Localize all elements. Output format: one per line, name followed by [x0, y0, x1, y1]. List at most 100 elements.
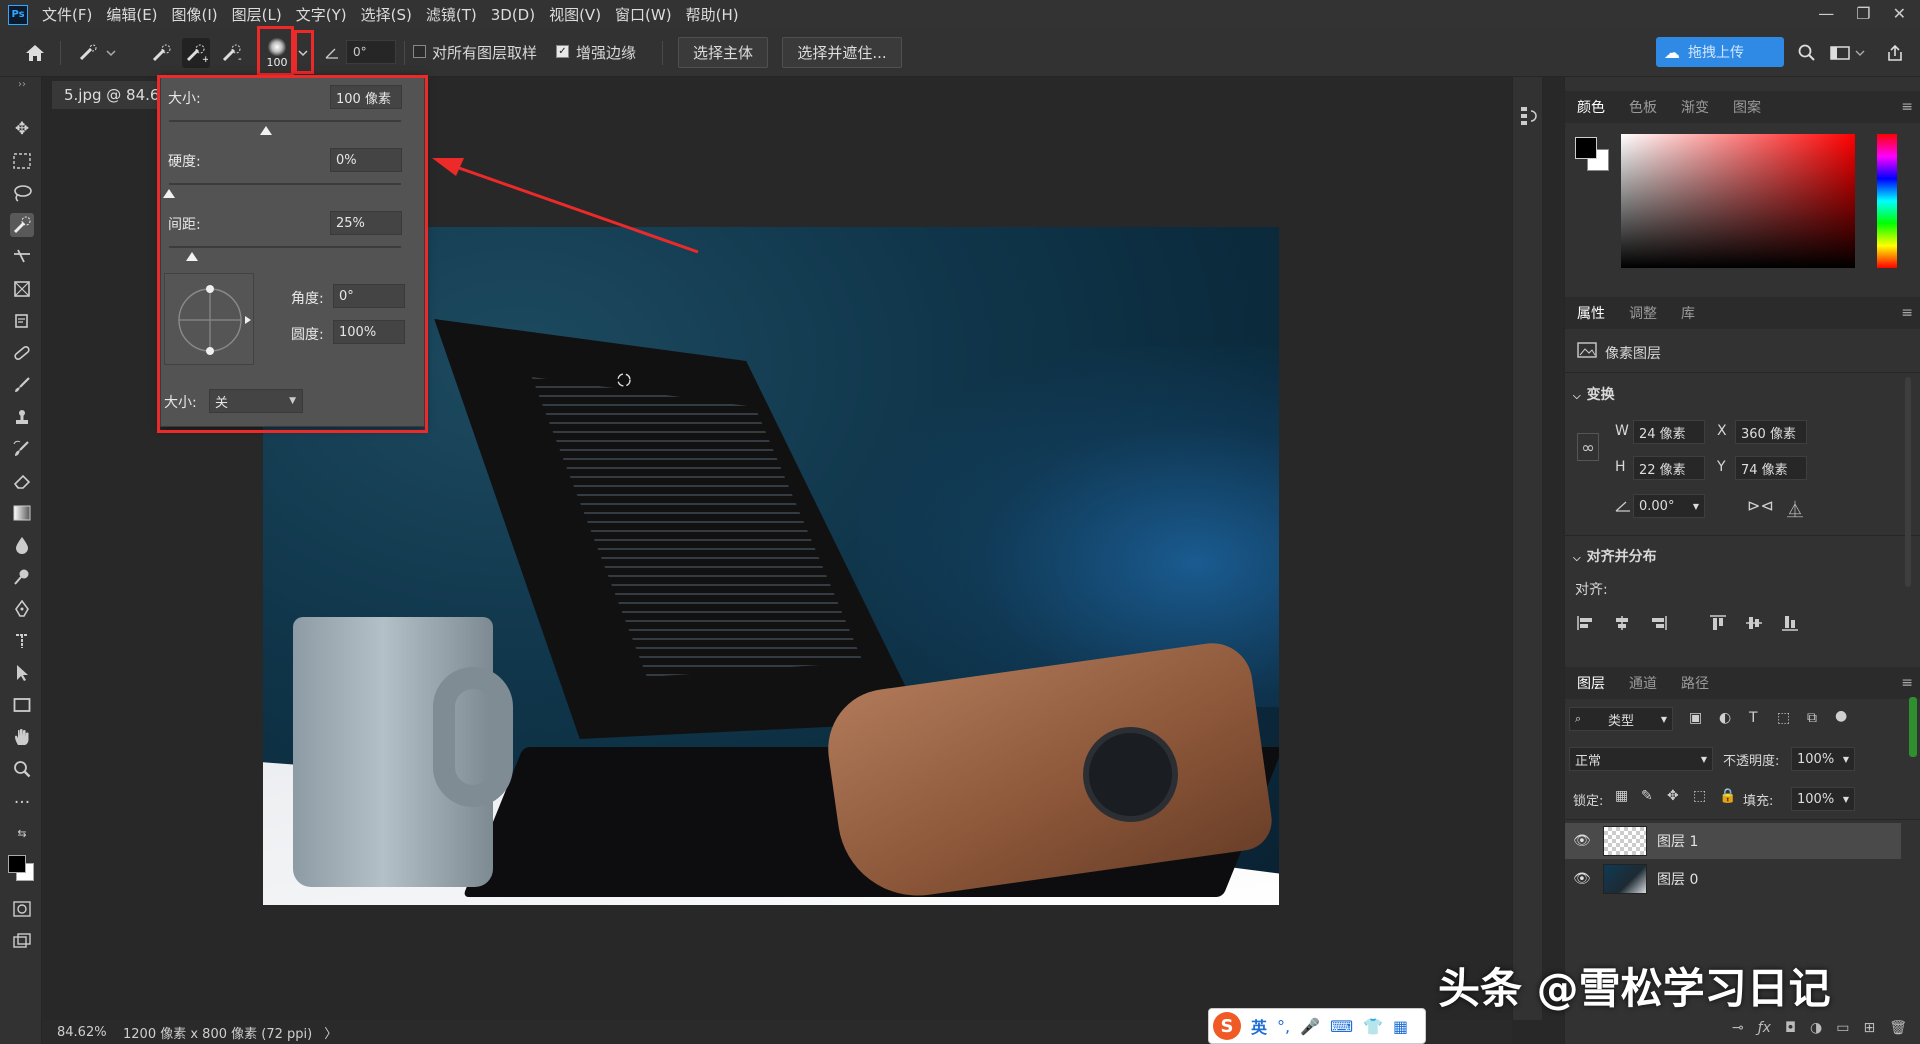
collapse-icon[interactable]: ››: [10, 79, 34, 90]
search-icon[interactable]: [1794, 38, 1820, 68]
opacity-input[interactable]: 100% ▼: [1791, 747, 1855, 771]
align-top-icon[interactable]: [1709, 615, 1727, 635]
history-brush-tool-icon[interactable]: [10, 437, 34, 461]
layer-row[interactable]: 👁 图层 1: [1565, 823, 1901, 859]
flip-horizontal-icon[interactable]: ⊳⊲: [1747, 496, 1774, 515]
home-icon[interactable]: [20, 38, 50, 68]
color-panel-swatches[interactable]: [1575, 137, 1611, 173]
menu-filter[interactable]: 滤镜(T): [426, 4, 477, 25]
tab-adjustments[interactable]: 调整: [1617, 303, 1669, 323]
layer-row[interactable]: 👁 图层 0: [1565, 861, 1901, 897]
status-menu-arrow[interactable]: 〉: [324, 1023, 337, 1042]
hand-tool-icon[interactable]: [10, 725, 34, 749]
panel-menu-icon[interactable]: ≡: [1901, 675, 1913, 691]
healing-brush-tool-icon[interactable]: [10, 341, 34, 365]
menu-type[interactable]: 文字(Y): [296, 4, 347, 25]
layer-style-icon[interactable]: ƒx: [1758, 1020, 1771, 1036]
minimize-button[interactable]: —: [1818, 4, 1834, 23]
toolbox-icon[interactable]: ▦: [1393, 1017, 1408, 1036]
x-input[interactable]: 360 像素: [1735, 420, 1807, 444]
workspace-icon[interactable]: [1828, 38, 1868, 68]
color-swatches[interactable]: [8, 855, 36, 883]
color-field[interactable]: [1621, 134, 1855, 268]
pen-tool-icon[interactable]: [10, 597, 34, 621]
menu-window[interactable]: 窗口(W): [615, 4, 672, 25]
clone-stamp-tool-icon[interactable]: [10, 405, 34, 429]
height-input[interactable]: 22 像素: [1633, 456, 1705, 480]
upload-button[interactable]: ☁ 拖拽上传: [1656, 37, 1784, 67]
brush-tool-icon[interactable]: [10, 373, 34, 397]
lasso-tool-icon[interactable]: [10, 181, 34, 205]
move-tool-icon[interactable]: ✥: [10, 117, 34, 141]
link-dimensions-icon[interactable]: ∞: [1577, 433, 1599, 461]
zoom-level[interactable]: 84.62%: [57, 1025, 109, 1040]
menu-3d[interactable]: 3D(D): [491, 6, 535, 24]
more-tools-icon[interactable]: ···: [10, 791, 34, 815]
eye-icon[interactable]: 👁: [1573, 833, 1593, 849]
menu-image[interactable]: 图像(I): [172, 4, 218, 25]
menu-edit[interactable]: 编辑(E): [106, 4, 157, 25]
lock-transparent-icon[interactable]: ▦: [1615, 788, 1628, 804]
panel-menu-icon[interactable]: ≡: [1901, 99, 1913, 115]
filter-type-icon[interactable]: T: [1749, 710, 1758, 726]
crop-tool-icon[interactable]: [10, 245, 34, 269]
align-left-icon[interactable]: [1577, 615, 1595, 635]
add-to-selection-icon[interactable]: +: [182, 38, 210, 68]
panel-menu-icon[interactable]: ≡: [1901, 305, 1913, 321]
restore-button[interactable]: ❐: [1856, 4, 1870, 23]
menu-file[interactable]: 文件(F): [42, 4, 92, 25]
type-tool-icon[interactable]: [10, 629, 34, 653]
frame-tool-icon[interactable]: [10, 277, 34, 301]
zoom-tool-icon[interactable]: [10, 757, 34, 781]
flip-vertical-icon[interactable]: ⏅: [1787, 496, 1803, 520]
tab-properties[interactable]: 属性: [1565, 303, 1617, 323]
filter-switch[interactable]: [1909, 697, 1917, 757]
filter-adjustment-icon[interactable]: ◐: [1719, 710, 1731, 726]
sample-all-layers-checkbox[interactable]: [413, 45, 426, 58]
tab-libraries[interactable]: 库: [1669, 303, 1707, 323]
lock-image-icon[interactable]: ✎: [1641, 788, 1653, 804]
eyedropper-tool-icon[interactable]: [10, 309, 34, 333]
adjustment-layer-icon[interactable]: ◑: [1810, 1020, 1822, 1036]
hue-slider[interactable]: [1877, 134, 1897, 268]
width-input[interactable]: 24 像素: [1633, 420, 1705, 444]
angle-input[interactable]: 0°: [346, 40, 396, 64]
align-middle-vertical-icon[interactable]: [1745, 615, 1763, 635]
foreground-color-swatch[interactable]: [8, 855, 26, 873]
tab-patterns[interactable]: 图案: [1721, 97, 1773, 117]
tab-swatches[interactable]: 色板: [1617, 97, 1669, 117]
microphone-icon[interactable]: 🎤: [1300, 1017, 1320, 1036]
align-right-icon[interactable]: [1649, 615, 1667, 635]
skin-icon[interactable]: 👕: [1363, 1017, 1383, 1036]
sogou-logo-icon[interactable]: S: [1213, 1012, 1241, 1040]
fill-input[interactable]: 100% ▼: [1791, 787, 1855, 811]
eraser-tool-icon[interactable]: [10, 469, 34, 493]
tab-channels[interactable]: 通道: [1617, 673, 1669, 693]
ime-language[interactable]: 英: [1251, 1014, 1267, 1038]
history-panel-icon[interactable]: [1520, 105, 1538, 131]
punctuation-icon[interactable]: °,: [1277, 1017, 1290, 1036]
align-center-horizontal-icon[interactable]: [1613, 615, 1631, 635]
tab-color[interactable]: 颜色: [1565, 97, 1617, 117]
select-subject-button[interactable]: 选择主体: [678, 37, 768, 68]
new-group-icon[interactable]: ▭: [1836, 1020, 1849, 1036]
rectangle-tool-icon[interactable]: [10, 693, 34, 717]
lock-position-icon[interactable]: ✥: [1667, 788, 1679, 804]
align-section-header[interactable]: ⌵ 对齐并分布: [1573, 546, 1657, 566]
panel-foreground-swatch[interactable]: [1575, 137, 1597, 159]
path-selection-tool-icon[interactable]: [10, 661, 34, 685]
swap-colors-icon[interactable]: ⇆: [10, 821, 34, 845]
gradient-tool-icon[interactable]: [10, 501, 34, 525]
delete-layer-icon[interactable]: 🗑: [1889, 1020, 1907, 1036]
tab-paths[interactable]: 路径: [1669, 673, 1721, 693]
filter-pixel-icon[interactable]: ▣: [1689, 710, 1702, 726]
filter-smart-object-icon[interactable]: ⧉: [1807, 710, 1817, 726]
blur-tool-icon[interactable]: [10, 533, 34, 557]
layer-filter-select[interactable]: ⌕ 类型 ▼: [1569, 707, 1673, 731]
dodge-tool-icon[interactable]: [10, 565, 34, 589]
menu-select[interactable]: 选择(S): [361, 4, 412, 25]
new-layer-icon[interactable]: ⊞: [1863, 1020, 1875, 1036]
lock-all-icon[interactable]: 🔒: [1719, 788, 1736, 804]
transform-section-header[interactable]: ⌵ 变换: [1573, 384, 1615, 404]
quick-selection-preset-icon[interactable]: [72, 38, 122, 68]
